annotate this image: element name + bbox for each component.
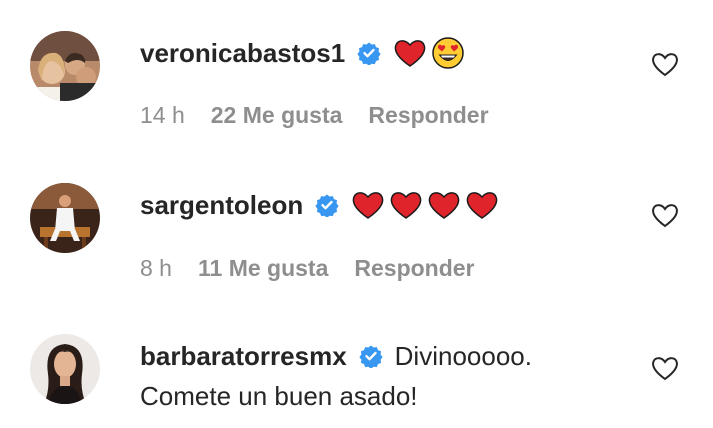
- verified-icon: [315, 193, 339, 217]
- like-heart-icon[interactable]: [650, 200, 680, 230]
- heart-eyes-emoji: [431, 36, 465, 70]
- verified-icon: [357, 41, 381, 65]
- red-heart-emoji: [393, 36, 427, 70]
- verified-icon: [359, 344, 383, 368]
- comment-emojis: [393, 36, 465, 70]
- like-heart-icon[interactable]: [650, 49, 680, 79]
- likes-count[interactable]: 11 Me gusta: [198, 255, 328, 282]
- comment-emojis: [351, 188, 499, 222]
- avatar[interactable]: [30, 31, 100, 101]
- username[interactable]: sargentoleon: [140, 188, 303, 222]
- red-heart-emoji: [389, 188, 423, 222]
- reply-button[interactable]: Responder: [368, 102, 488, 129]
- username[interactable]: barbaratorresmx: [140, 339, 347, 373]
- reply-button[interactable]: Responder: [354, 255, 474, 282]
- red-heart-emoji: [465, 188, 499, 222]
- comment-time: 14 h: [140, 102, 185, 128]
- comment-time: 8 h: [140, 255, 172, 281]
- comment-text-continued: Comete un buen asado!: [140, 381, 418, 411]
- username[interactable]: veronicabastos1: [140, 36, 345, 70]
- avatar[interactable]: [30, 183, 100, 253]
- likes-count[interactable]: 22 Me gusta: [211, 102, 343, 129]
- red-heart-emoji: [351, 188, 385, 222]
- comment-text: Divinooooo.: [394, 341, 532, 371]
- avatar[interactable]: [30, 334, 100, 404]
- like-heart-icon[interactable]: [650, 353, 680, 383]
- red-heart-emoji: [427, 188, 461, 222]
